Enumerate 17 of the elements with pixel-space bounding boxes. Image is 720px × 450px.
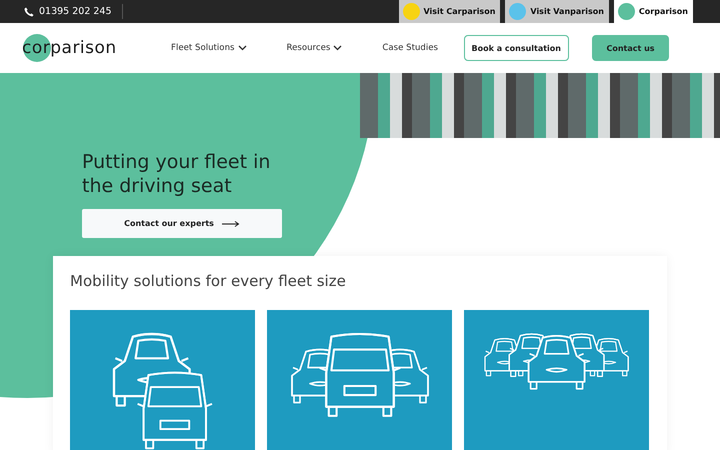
nav-link[interactable]: Case Studies — [382, 43, 438, 53]
nav-link[interactable]: Fleet Solutions — [171, 43, 246, 53]
contact-button[interactable]: Contact us — [592, 35, 669, 61]
phone-icon — [24, 6, 34, 16]
consultation-button[interactable]: Book a consultation — [464, 35, 569, 61]
section-title: Mobility solutions for every fleet size — [70, 271, 347, 290]
nav-link[interactable]: Resources — [286, 43, 342, 53]
phone-number[interactable]: 01395 202 245 — [39, 6, 112, 17]
arrow-right-icon — [222, 220, 240, 226]
site-tab[interactable]: Visit Vanparison — [505, 0, 609, 23]
site-tab[interactable]: Visit Carparison — [398, 0, 500, 23]
contact-experts-button[interactable]: Contact our experts — [82, 209, 282, 238]
hero-heading: Putting your fleet in the driving seat — [82, 150, 272, 198]
cars-tile[interactable] — [267, 310, 452, 450]
site-tab[interactable]: Corparison — [614, 0, 693, 23]
cars-tile[interactable] — [70, 310, 255, 450]
cars-tile[interactable] — [464, 310, 649, 450]
